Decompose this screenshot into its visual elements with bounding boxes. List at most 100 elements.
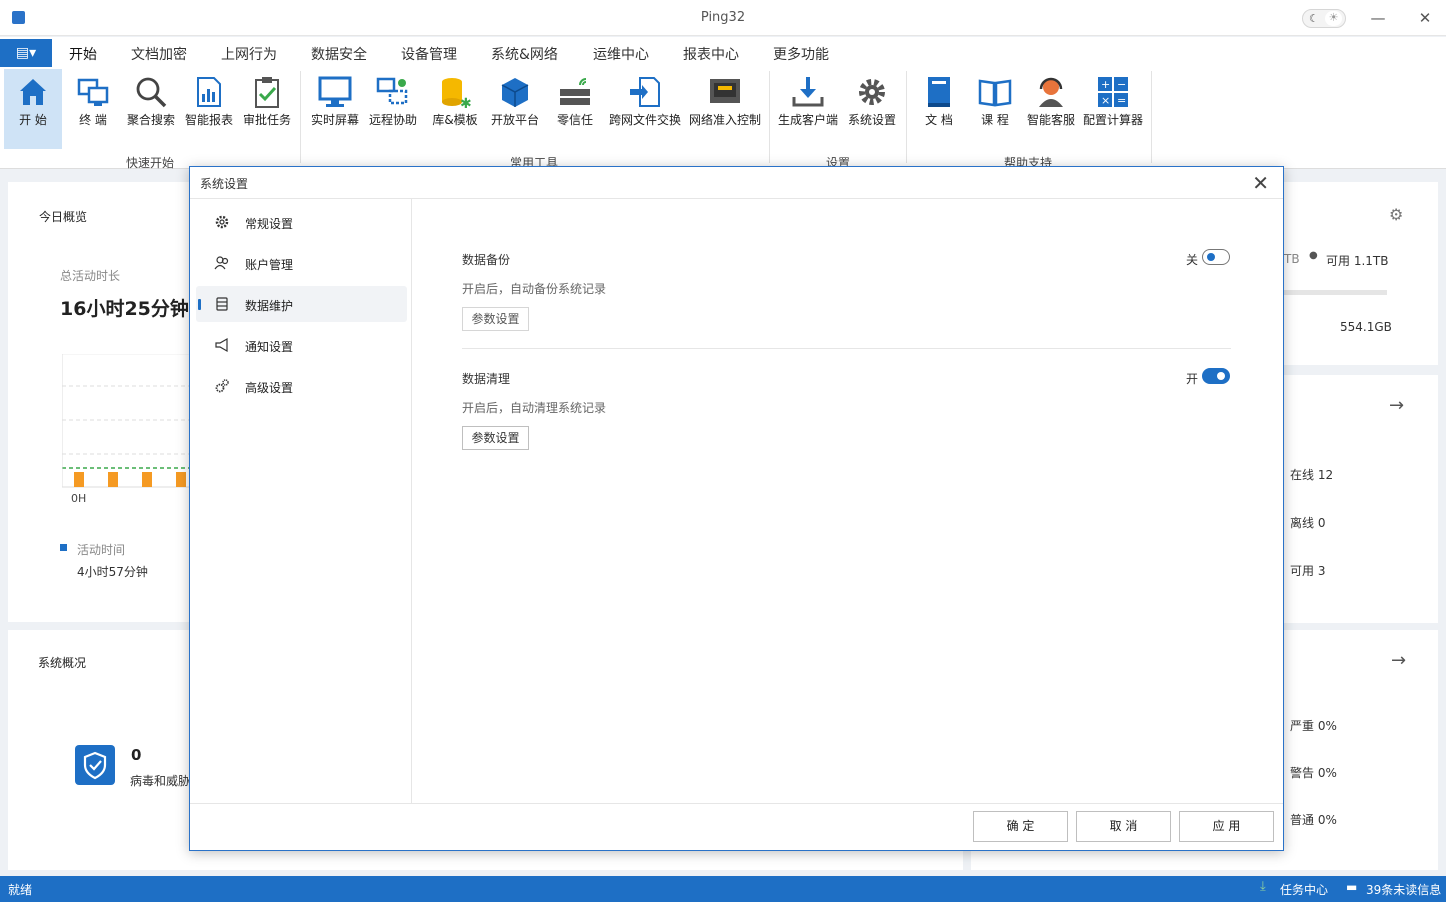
- tab-report-center[interactable]: 报表中心: [683, 44, 739, 64]
- ribbon-library-template-button[interactable]: ✱ 库&模板: [426, 69, 484, 149]
- ribbon-zero-trust-button[interactable]: 零信任: [546, 69, 604, 149]
- minimize-button[interactable]: —: [1368, 8, 1388, 28]
- close-window-button[interactable]: ✕: [1415, 8, 1435, 28]
- tab-web-behavior[interactable]: 上网行为: [221, 44, 277, 64]
- ribbon-live-screen-button[interactable]: 实时屏幕: [306, 69, 364, 149]
- database-icon: [216, 297, 228, 311]
- sidebar-item-notifications[interactable]: 通知设置: [196, 327, 407, 363]
- disk-available: 可用 1.1TB: [1326, 254, 1389, 268]
- sidebar-item-accounts[interactable]: 账户管理: [196, 245, 407, 281]
- ribbon-remote-assist-button[interactable]: 远程协助: [364, 69, 422, 149]
- monitor-icon: [318, 76, 352, 107]
- customer-service-icon: [1039, 77, 1063, 107]
- moon-icon: ☾: [1309, 12, 1319, 25]
- ribbon-search-button[interactable]: 聚合搜索: [122, 69, 180, 149]
- open-book-icon: [978, 79, 1012, 107]
- online-count: 在线 12: [1290, 468, 1334, 482]
- dialog-close-button[interactable]: ✕: [1252, 171, 1269, 195]
- menu-bar: ▤▾ 开始 文档加密 上网行为 数据安全 设备管理 系统&网络 运维中心 报表中…: [0, 37, 1446, 70]
- window-title: Ping32: [700, 10, 746, 25]
- arrow-right-icon[interactable]: →: [1389, 395, 1404, 416]
- ribbon-network-access-button[interactable]: 网络准入控制: [689, 69, 761, 149]
- search-icon: [136, 77, 167, 108]
- approval-clipboard-icon: [255, 77, 279, 108]
- tab-start[interactable]: 开始: [69, 44, 97, 70]
- shield-icon: [75, 745, 115, 785]
- ribbon-cross-network-file-button[interactable]: 跨网文件交换: [609, 69, 681, 149]
- backup-toggle[interactable]: [1202, 249, 1230, 265]
- ribbon-docs-button[interactable]: 文 档: [910, 69, 968, 149]
- cleanup-toggle[interactable]: [1202, 368, 1230, 384]
- ribbon-smart-report-button[interactable]: 智能报表: [180, 69, 238, 149]
- backup-params-button[interactable]: 参数设置: [462, 307, 529, 331]
- activity-bar: [74, 472, 84, 487]
- svg-text:−: −: [1117, 78, 1126, 91]
- app-menu-button[interactable]: ▤▾: [0, 39, 52, 67]
- users-icon: [214, 256, 229, 270]
- offline-count: 离线 0: [1290, 516, 1326, 530]
- ribbon-terminal-button[interactable]: 终 端: [64, 69, 122, 149]
- ribbon-course-button[interactable]: 课 程: [966, 69, 1024, 149]
- cleanup-description: 开启后，自动清理系统记录: [462, 401, 607, 415]
- apply-button[interactable]: 应 用: [1179, 811, 1274, 842]
- theme-toggle[interactable]: ☾ ☀: [1302, 9, 1346, 28]
- ribbon-system-settings-button[interactable]: 系统设置: [843, 69, 901, 149]
- ribbon-approval-button[interactable]: 审批任务: [238, 69, 296, 149]
- normal-percent: 普通 0%: [1290, 813, 1337, 827]
- ribbon-home-button[interactable]: 开 始: [4, 69, 62, 149]
- task-center-link[interactable]: 任务中心: [1280, 881, 1328, 898]
- tab-more-features[interactable]: 更多功能: [773, 44, 829, 64]
- calculator-icon: + −× =: [1098, 77, 1128, 107]
- disk-usage-bar: [1284, 290, 1387, 295]
- svg-text:=: =: [1117, 94, 1126, 107]
- virus-label: 病毒和威胁: [130, 774, 191, 788]
- arrow-right-icon[interactable]: →: [1391, 650, 1406, 671]
- ribbon-config-calculator-button[interactable]: + − × = 配置计算器: [1083, 69, 1143, 149]
- gear-icon[interactable]: ⚙: [1389, 205, 1403, 224]
- chart-x-label: 0H: [71, 492, 87, 505]
- ribbon-open-platform-button[interactable]: 开放平台: [486, 69, 544, 149]
- file-exchange-icon: [630, 77, 660, 107]
- legend-label: 活动时间: [77, 543, 126, 557]
- activity-bar: [108, 472, 118, 487]
- disk-total-suffix: TB: [1284, 252, 1300, 266]
- backup-toggle-label: 关: [1186, 253, 1199, 267]
- sun-icon: ☀: [1325, 11, 1342, 26]
- tab-doc-encrypt[interactable]: 文档加密: [131, 44, 187, 64]
- tab-data-security[interactable]: 数据安全: [311, 44, 367, 64]
- disk-available-dot: ●: [1309, 250, 1318, 261]
- download-icon: [792, 77, 824, 107]
- message-icon: ▬: [1346, 880, 1358, 894]
- ok-button[interactable]: 确 定: [973, 811, 1068, 842]
- sidebar-item-general[interactable]: 常规设置: [196, 204, 407, 240]
- severe-percent: 严重 0%: [1290, 719, 1337, 733]
- ribbon-smart-service-button[interactable]: 智能客服: [1022, 69, 1080, 149]
- disk-value: 554.1GB: [1340, 320, 1392, 334]
- svg-text:×: ×: [1101, 94, 1110, 107]
- warning-percent: 警告 0%: [1290, 766, 1337, 780]
- title-bar: Ping32 ☾ ☀ — ✕: [0, 0, 1446, 36]
- tab-device-management[interactable]: 设备管理: [401, 44, 457, 64]
- sidebar-item-advanced[interactable]: 高级设置: [196, 368, 407, 404]
- remote-assist-icon: [376, 77, 408, 105]
- cleanup-params-button[interactable]: 参数设置: [462, 426, 529, 450]
- activity-bar: [176, 472, 186, 487]
- legend-swatch: [60, 544, 67, 551]
- total-active-label: 总活动时长: [60, 269, 121, 283]
- gear-icon: [859, 79, 885, 105]
- unread-messages-link[interactable]: 39条未读信息: [1366, 881, 1441, 898]
- gears-icon: [215, 379, 229, 393]
- cleanup-toggle-label: 开: [1186, 372, 1199, 386]
- ribbon-generate-client-button[interactable]: 生成客户端: [778, 69, 838, 149]
- today-overview-title: 今日概览: [39, 210, 88, 224]
- backup-title: 数据备份: [462, 253, 511, 267]
- sidebar-item-data-maintenance[interactable]: 数据维护: [196, 286, 407, 322]
- tab-ops-center[interactable]: 运维中心: [593, 44, 649, 64]
- svg-text:+: +: [1101, 78, 1110, 91]
- server-icon: [560, 78, 590, 105]
- cancel-button[interactable]: 取 消: [1076, 811, 1171, 842]
- ribbon-group-quick-start: 快速开始: [126, 156, 175, 170]
- tab-system-network[interactable]: 系统&网络: [491, 44, 558, 64]
- ribbon-toolbar: 开 始 终 端 聚合搜索 智能报表 审批任务 实时屏幕 远程协助 ✱ 库&模板 …: [0, 67, 1446, 170]
- backup-description: 开启后，自动备份系统记录: [462, 282, 607, 296]
